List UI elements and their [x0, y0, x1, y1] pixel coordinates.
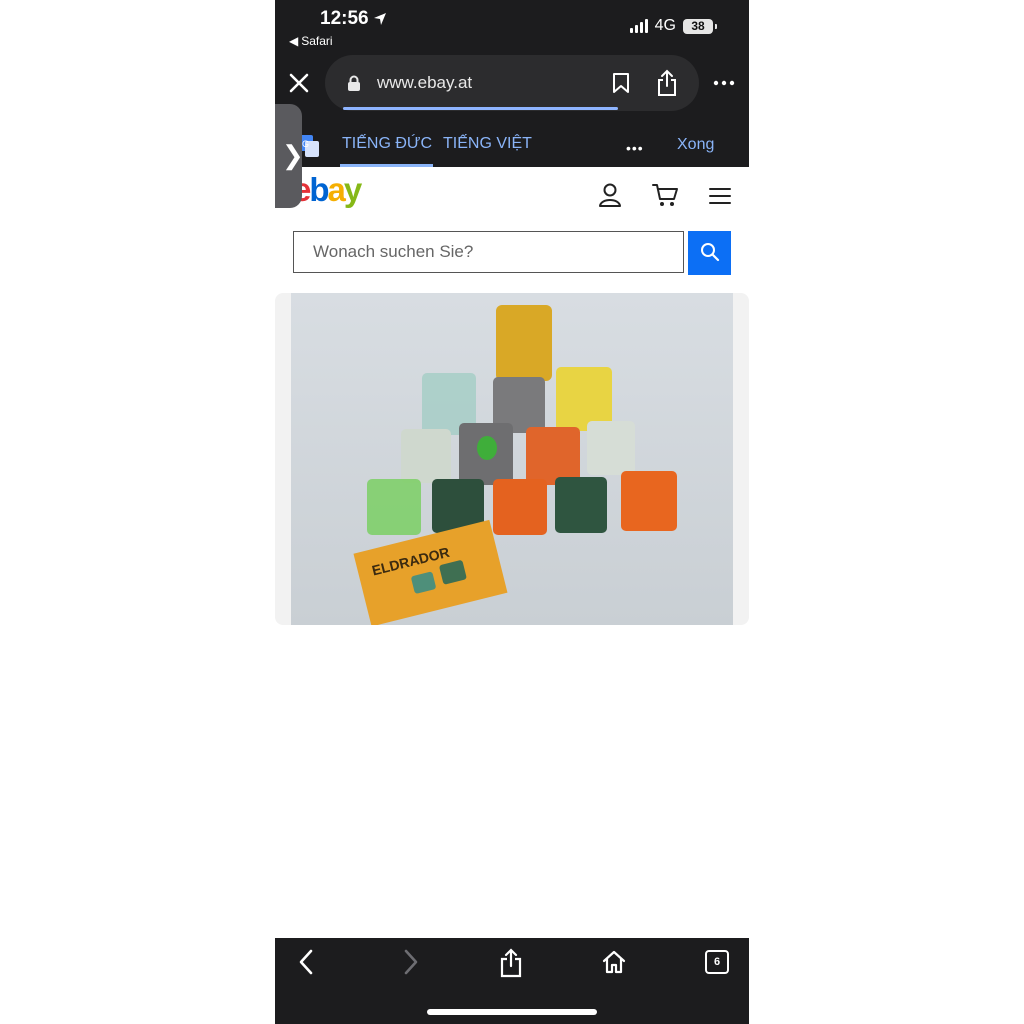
battery-level: 38 — [691, 19, 705, 33]
location-arrow-icon — [373, 13, 386, 25]
home-icon[interactable] — [601, 949, 627, 975]
search-button[interactable] — [688, 231, 731, 275]
tab-count: 6 — [713, 956, 721, 968]
chevron-right-icon: ❯ — [282, 140, 304, 170]
ebay-header: ebay — [275, 167, 749, 229]
back-to-safari-link[interactable]: ◀ Safari — [289, 34, 333, 48]
user-icon[interactable] — [597, 182, 623, 208]
translate-source-tab[interactable]: TIẾNG ĐỨC — [342, 135, 432, 153]
url-text[interactable]: www.ebay.at — [377, 73, 472, 93]
back-icon[interactable] — [293, 948, 321, 976]
close-icon[interactable] — [287, 71, 311, 95]
page-load-progress — [343, 107, 618, 110]
search-icon — [700, 242, 719, 261]
translate-done-button[interactable]: Xong — [677, 136, 714, 154]
bookmark-icon[interactable] — [611, 72, 631, 94]
more-icon[interactable] — [713, 73, 735, 93]
browser-top-chrome: 12:56 ◀ Safari 4G 38 www.ebay.at ❯ G TIẾ… — [275, 0, 749, 208]
menu-icon[interactable] — [709, 187, 731, 205]
signal-icon — [629, 19, 648, 33]
battery-icon: 38 — [683, 18, 717, 34]
tabs-icon[interactable]: 6 — [705, 950, 729, 974]
side-panel-handle[interactable]: ❯ — [275, 104, 304, 208]
network-type: 4G — [654, 17, 676, 34]
phone-screen: 12:56 ◀ Safari 4G 38 www.ebay.at ❯ G TIẾ… — [275, 0, 749, 1024]
forward-icon[interactable] — [396, 948, 424, 976]
product-photo[interactable]: ELDRADOR — [291, 293, 733, 625]
share-icon[interactable] — [497, 948, 525, 978]
lock-icon — [348, 75, 360, 91]
status-time: 12:56 — [320, 8, 387, 30]
search-input[interactable] — [293, 231, 684, 273]
home-indicator[interactable] — [427, 1009, 597, 1015]
browser-bottom-toolbar: 6 — [275, 938, 749, 1024]
back-triangle-icon: ◀ — [289, 34, 299, 48]
translate-more-button[interactable]: ••• — [626, 140, 644, 156]
cart-icon[interactable] — [652, 182, 680, 208]
translate-target-tab[interactable]: TIẾNG VIỆT — [443, 135, 532, 153]
product-image-gallery[interactable]: ELDRADOR — [275, 293, 749, 625]
status-indicators: 4G 38 — [629, 17, 717, 35]
share-icon[interactable] — [655, 69, 679, 97]
address-bar[interactable]: www.ebay.at — [325, 55, 699, 111]
ebay-logo[interactable]: ebay — [293, 171, 362, 209]
search-bar — [293, 231, 731, 275]
